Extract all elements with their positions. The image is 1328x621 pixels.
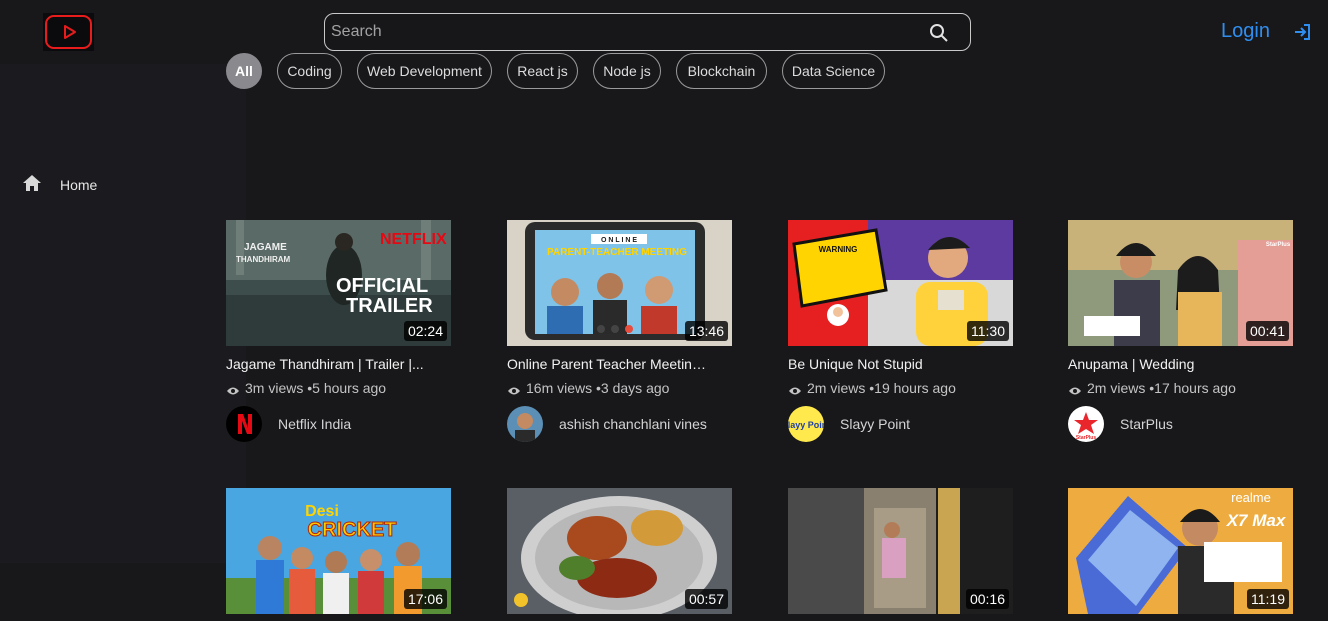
video-title[interactable]: Online Parent Teacher Meeting |... — [507, 356, 707, 374]
view-count: 16m views — [526, 380, 593, 396]
sidebar: Home — [0, 64, 246, 563]
upload-age: •3 days ago — [596, 380, 670, 396]
video-thumbnail[interactable]: StarPlus 00:41 — [1068, 220, 1293, 346]
video-card[interactable]: WARNING 11:30 Be Unique Not Stupid 2m vi… — [788, 220, 1013, 442]
channel-row[interactable]: ashish chanchlani vines — [507, 406, 732, 442]
channel-name[interactable]: StarPlus — [1120, 416, 1173, 432]
thumb-text-thandhiram: THANDHIRAM — [236, 255, 291, 264]
sidebar-item-home[interactable]: Home — [22, 174, 97, 196]
top-header: Login — [0, 0, 1328, 64]
youtube-play-icon — [45, 15, 92, 49]
youtube-logo[interactable] — [43, 13, 94, 51]
view-count: 3m views — [245, 380, 304, 396]
login-link[interactable]: Login — [1221, 20, 1270, 43]
video-title[interactable]: Be Unique Not Stupid — [788, 356, 988, 374]
video-duration: 02:24 — [403, 321, 447, 341]
avatar-text: Slayy Point — [788, 420, 824, 430]
chip-all[interactable]: All — [226, 53, 262, 89]
video-duration: 13:46 — [684, 321, 728, 341]
video-card[interactable]: Desi CRICKET 17:06 — [226, 488, 451, 614]
thumb-text-warning: WARNING — [819, 245, 858, 254]
video-card[interactable]: StarPlus 00:41 Anupama | Wedding 2m view… — [1068, 220, 1293, 442]
video-thumbnail[interactable]: realme X7 Max 11:19 — [1068, 488, 1293, 614]
thumb-text-online: O N L I N E — [601, 237, 637, 244]
upload-age: •19 hours ago — [869, 380, 956, 396]
video-thumbnail[interactable]: O N L I N E PARENT-TEACHER MEETING 13:46 — [507, 220, 732, 346]
home-icon — [22, 174, 42, 197]
thumb-text-official: OFFICIAL — [336, 275, 428, 297]
thumb-text-realme: realme — [1231, 490, 1271, 505]
view-count: 2m views — [807, 380, 866, 396]
channel-avatar[interactable] — [226, 406, 262, 442]
upload-age: •17 hours ago — [1149, 380, 1236, 396]
sidebar-item-label: Home — [60, 177, 98, 193]
login-icon[interactable] — [1293, 22, 1313, 42]
video-meta: 2m views •19 hours ago — [788, 379, 1013, 397]
video-card[interactable]: 00:57 — [507, 488, 732, 614]
thumb-text-cricket: CRICKET — [308, 519, 397, 541]
video-meta: 2m views •17 hours ago — [1068, 379, 1293, 397]
channel-row[interactable]: StarPlus StarPlus — [1068, 406, 1293, 442]
video-card[interactable]: realme X7 Max 11:19 — [1068, 488, 1293, 614]
video-duration: 00:16 — [965, 589, 1009, 609]
chip-coding[interactable]: Coding — [277, 53, 342, 89]
view-count: 2m views — [1087, 380, 1146, 396]
video-thumbnail[interactable]: WARNING 11:30 — [788, 220, 1013, 346]
channel-avatar[interactable]: Slayy Point — [788, 406, 824, 442]
search-icon[interactable] — [929, 23, 949, 43]
eye-icon — [507, 383, 521, 395]
video-meta: 16m views •3 days ago — [507, 379, 732, 397]
thumb-text-desi: Desi — [305, 503, 339, 520]
eye-icon — [1068, 383, 1082, 395]
video-thumbnail[interactable]: 00:16 — [788, 488, 1013, 614]
channel-avatar[interactable] — [507, 406, 543, 442]
thumb-text-trailer: TRAILER — [346, 295, 433, 317]
avatar-text: StarPlus — [1076, 435, 1097, 441]
chip-data-science[interactable]: Data Science — [782, 53, 885, 89]
chip-react-js[interactable]: React js — [507, 53, 578, 89]
thumb-text-ptm: PARENT-TEACHER MEETING — [547, 247, 687, 258]
video-card[interactable]: 00:16 — [788, 488, 1013, 614]
channel-name[interactable]: Slayy Point — [840, 416, 910, 432]
video-title[interactable]: Jagame Thandhiram | Trailer |... — [226, 356, 426, 374]
video-card[interactable]: O N L I N E PARENT-TEACHER MEETING 13:46… — [507, 220, 732, 442]
chip-blockchain[interactable]: Blockchain — [676, 53, 767, 89]
video-duration: 00:41 — [1245, 321, 1289, 341]
video-meta: 3m views •5 hours ago — [226, 379, 451, 397]
chip-web-development[interactable]: Web Development — [357, 53, 492, 89]
video-duration: 00:57 — [684, 589, 728, 609]
video-title[interactable]: Anupama | Wedding — [1068, 356, 1268, 374]
thumb-text-starplus: StarPlus — [1266, 242, 1291, 248]
channel-name[interactable]: Netflix India — [278, 416, 351, 432]
video-duration: 11:19 — [1247, 589, 1289, 609]
search-input[interactable] — [331, 20, 911, 44]
thumb-text-netflix: NETFLIX — [380, 231, 447, 248]
chip-node-js[interactable]: Node js — [593, 53, 661, 89]
video-thumbnail[interactable]: 00:57 — [507, 488, 732, 614]
channel-name[interactable]: ashish chanchlani vines — [559, 416, 707, 432]
video-thumbnail[interactable]: Desi CRICKET 17:06 — [226, 488, 451, 614]
thumb-text-jagame: JAGAME — [244, 242, 287, 253]
thumb-text-x7max: X7 Max — [1226, 511, 1287, 530]
channel-row[interactable]: Slayy Point Slayy Point — [788, 406, 1013, 442]
video-duration: 17:06 — [403, 589, 447, 609]
eye-icon — [788, 383, 802, 395]
channel-avatar[interactable]: StarPlus — [1068, 406, 1104, 442]
video-thumbnail[interactable]: JAGAME THANDHIRAM NETFLIX OFFICIAL TRAIL… — [226, 220, 451, 346]
upload-age: •5 hours ago — [307, 380, 387, 396]
search-box — [324, 13, 971, 51]
video-card[interactable]: JAGAME THANDHIRAM NETFLIX OFFICIAL TRAIL… — [226, 220, 451, 442]
video-duration: 11:30 — [967, 321, 1009, 341]
channel-row[interactable]: Netflix India — [226, 406, 451, 442]
eye-icon — [226, 383, 240, 395]
